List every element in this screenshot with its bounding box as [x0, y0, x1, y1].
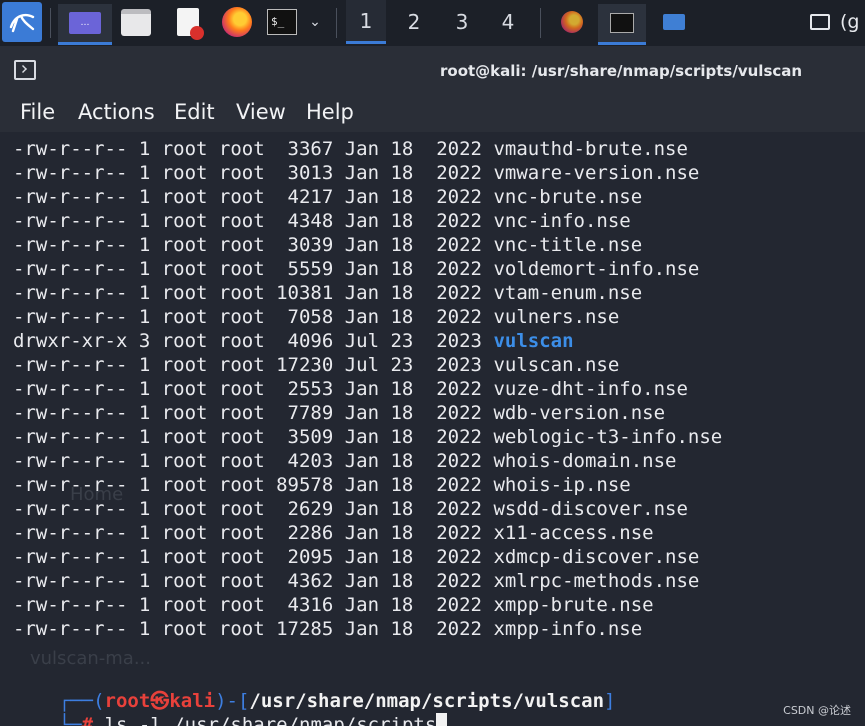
menu-view[interactable]: View	[236, 100, 286, 124]
listing-filename: vulners.nse	[493, 306, 620, 328]
network-icon[interactable]	[806, 4, 834, 40]
text-cursor	[436, 713, 448, 726]
listing-row: -rw-r--r-- 1 root root 4316 Jan 18 2022 …	[13, 593, 654, 617]
window-title: root@kali: /usr/share/nmap/scripts/vulsc…	[440, 62, 803, 80]
listing-row: -rw-r--r-- 1 root root 7058 Jan 18 2022 …	[13, 305, 619, 329]
listing-filename: whois-domain.nse	[493, 450, 677, 472]
listing-filename: vulscan.nse	[493, 354, 620, 376]
prompt-marker: #	[81, 714, 94, 726]
show-desktop-icon[interactable]: …	[58, 4, 112, 45]
listing-row-details: -rw-r--r-- 1 root root 4203 Jan 18 2022	[13, 450, 494, 472]
listing-row-details: -rw-r--r-- 1 root root 10381 Jan 18 2022	[13, 282, 494, 304]
listing-row: -rw-r--r-- 1 root root 4217 Jan 18 2022 …	[13, 185, 642, 209]
listing-filename: vuze-dht-info.nse	[493, 378, 688, 400]
listing-row: -rw-r--r-- 1 root root 3509 Jan 18 2022 …	[13, 425, 722, 449]
terminal-output[interactable]: Home vulscan-ma... -rw-r--r-- 1 root roo…	[0, 132, 865, 726]
listing-row-details: -rw-r--r-- 1 root root 2095 Jan 18 2022	[13, 546, 494, 568]
taskbar: … $_ ⌄ 1 2 3 4 (g	[0, 0, 865, 47]
workspace-3[interactable]: 3	[442, 0, 482, 44]
workspace-2[interactable]: 2	[394, 0, 434, 44]
menu-file[interactable]: File	[20, 100, 55, 124]
listing-filename: voldemort-info.nse	[493, 258, 700, 280]
listing-row-details: -rw-r--r-- 1 root root 3039 Jan 18 2022	[13, 234, 494, 256]
listing-filename: vnc-title.nse	[493, 234, 643, 256]
listing-filename: wsdd-discover.nse	[493, 498, 688, 520]
listing-filename: xmlrpc-methods.nse	[493, 570, 700, 592]
listing-row-details: -rw-r--r-- 1 root root 4217 Jan 18 2022	[13, 186, 494, 208]
listing-row-details: -rw-r--r-- 1 root root 4316 Jan 18 2022	[13, 594, 494, 616]
listing-row: -rw-r--r-- 1 root root 7789 Jan 18 2022 …	[13, 401, 665, 425]
listing-row-details: -rw-r--r-- 1 root root 2629 Jan 18 2022	[13, 498, 494, 520]
listing-row: -rw-r--r-- 1 root root 2095 Jan 18 2022 …	[13, 545, 699, 569]
listing-row-details: -rw-r--r-- 1 root root 17285 Jan 18 2022	[13, 618, 494, 640]
listing-row: -rw-r--r-- 1 root root 5559 Jan 18 2022 …	[13, 257, 699, 281]
listing-filename: xmpp-info.nse	[493, 618, 643, 640]
window-titlebar[interactable]: root@kali: /usr/share/nmap/scripts/vulsc…	[0, 46, 865, 94]
terminal-window-button[interactable]	[598, 4, 646, 45]
listing-row: -rw-r--r-- 1 root root 4362 Jan 18 2022 …	[13, 569, 699, 593]
command-text: ls -l	[104, 714, 162, 726]
listing-row-details: -rw-r--r-- 1 root root 89578 Jan 18 2022	[13, 474, 494, 496]
listing-row-details: -rw-r--r-- 1 root root 2286 Jan 18 2022	[13, 522, 494, 544]
listing-filename: vnc-info.nse	[493, 210, 631, 232]
listing-row: -rw-r--r-- 1 root root 2553 Jan 18 2022 …	[13, 377, 688, 401]
listing-row-details: -rw-r--r-- 1 root root 4362 Jan 18 2022	[13, 570, 494, 592]
menu-help[interactable]: Help	[306, 100, 354, 124]
listing-row-details: -rw-r--r-- 1 root root 5559 Jan 18 2022	[13, 258, 494, 280]
listing-filename: vtam-enum.nse	[493, 282, 643, 304]
listing-row-details: -rw-r--r-- 1 root root 3509 Jan 18 2022	[13, 426, 494, 448]
listing-filename: whois-ip.nse	[493, 474, 631, 496]
listing-filename: xmpp-brute.nse	[493, 594, 654, 616]
listing-row: -rw-r--r-- 1 root root 4348 Jan 18 2022 …	[13, 209, 631, 233]
listing-row-details: -rw-r--r-- 1 root root 3367 Jan 18 2022	[13, 138, 494, 160]
terminal-window-icon	[14, 60, 36, 80]
listing-filename: vmauthd-brute.nse	[493, 138, 688, 160]
workspace-4[interactable]: 4	[488, 0, 528, 44]
taskbar-separator	[50, 8, 51, 38]
listing-row-details: drwxr-xr-x 3 root root 4096 Jul 23 2023	[13, 330, 494, 352]
listing-row-directory: drwxr-xr-x 3 root root 4096 Jul 23 2023 …	[13, 329, 574, 353]
taskbar-separator	[336, 8, 337, 38]
listing-row: -rw-r--r-- 1 root root 10381 Jan 18 2022…	[13, 281, 642, 305]
listing-row-details: -rw-r--r-- 1 root root 2553 Jan 18 2022	[13, 378, 494, 400]
listing-filename: x11-access.nse	[493, 522, 654, 544]
listing-row: -rw-r--r-- 1 root root 17230 Jul 23 2023…	[13, 353, 619, 377]
listing-row-details: -rw-r--r-- 1 root root 17230 Jul 23 2023	[13, 354, 494, 376]
listing-row: -rw-r--r-- 1 root root 2629 Jan 18 2022 …	[13, 497, 688, 521]
command-argument: /usr/share/nmap/scripts	[173, 714, 437, 726]
listing-filename: xdmcp-discover.nse	[493, 546, 700, 568]
listing-row: -rw-r--r-- 1 root root 89578 Jan 18 2022…	[13, 473, 631, 497]
listing-row-details: -rw-r--r-- 1 root root 7789 Jan 18 2022	[13, 402, 494, 424]
firefox-window-button[interactable]	[550, 4, 594, 40]
taskbar-separator	[540, 8, 541, 38]
listing-row-details: -rw-r--r-- 1 root root 7058 Jan 18 2022	[13, 306, 494, 328]
listing-row: -rw-r--r-- 1 root root 3039 Jan 18 2022 …	[13, 233, 642, 257]
terminal-launcher-icon[interactable]: $_	[264, 4, 300, 40]
taskbar-clock[interactable]: (g	[840, 4, 865, 40]
listing-filename: vnc-brute.nse	[493, 186, 643, 208]
listing-row: -rw-r--r-- 1 root root 17285 Jan 18 2022…	[13, 617, 642, 641]
file-manager-icon[interactable]	[116, 4, 156, 40]
listing-row: -rw-r--r-- 1 root root 2286 Jan 18 2022 …	[13, 521, 654, 545]
prompt-line-2[interactable]: └─# ls -l /usr/share/nmap/scripts	[13, 689, 448, 726]
menu-actions[interactable]: Actions	[78, 100, 155, 124]
listing-row: -rw-r--r-- 1 root root 3013 Jan 18 2022 …	[13, 161, 699, 185]
folder-window-button[interactable]	[652, 4, 696, 40]
listing-filename: wdb-version.nse	[493, 402, 666, 424]
listing-row: -rw-r--r-- 1 root root 3367 Jan 18 2022 …	[13, 137, 688, 161]
firefox-icon[interactable]	[216, 4, 258, 40]
menu-bar: File Actions Edit View Help	[0, 94, 865, 132]
launcher-dropdown-icon[interactable]: ⌄	[304, 4, 326, 40]
listing-filename: vmware-version.nse	[493, 162, 700, 184]
listing-row: -rw-r--r-- 1 root root 4203 Jan 18 2022 …	[13, 449, 676, 473]
menu-edit[interactable]: Edit	[174, 100, 215, 124]
listing-row-details: -rw-r--r-- 1 root root 4348 Jan 18 2022	[13, 210, 494, 232]
listing-filename: weblogic-t3-info.nse	[493, 426, 723, 448]
workspace-1[interactable]: 1	[346, 0, 386, 44]
text-editor-icon[interactable]	[168, 4, 208, 40]
listing-filename: vulscan	[493, 330, 574, 352]
listing-row-details: -rw-r--r-- 1 root root 3013 Jan 18 2022	[13, 162, 494, 184]
kali-menu-icon[interactable]	[2, 2, 42, 42]
credit-watermark: CSDN @论述	[783, 704, 851, 717]
